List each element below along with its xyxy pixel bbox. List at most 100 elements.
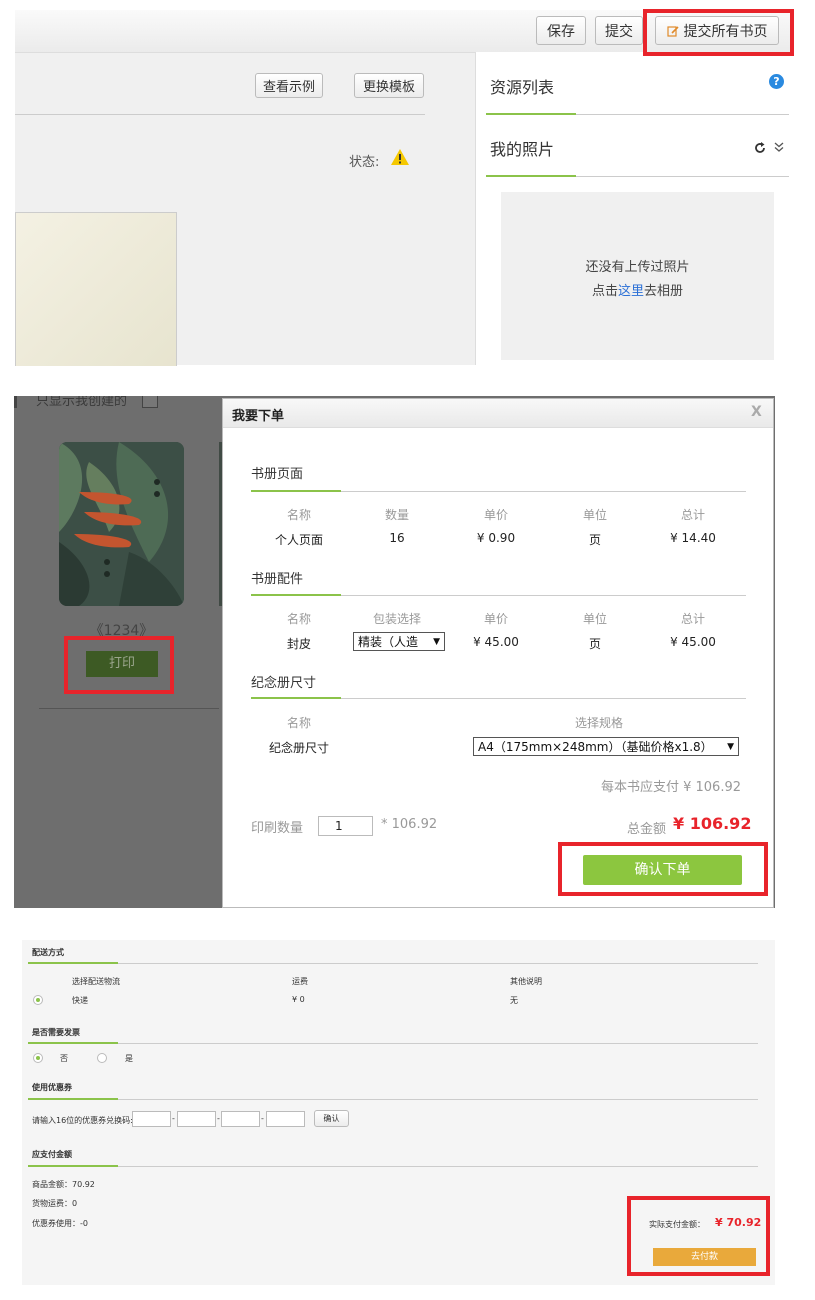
total-amount-label: 总金额 xyxy=(627,822,667,837)
pages-header-3: 单位 xyxy=(582,508,607,522)
save-button[interactable]: 保存 xyxy=(536,16,586,45)
acc-cell-name: 封皮 xyxy=(286,637,311,651)
photo-empty-area xyxy=(501,192,774,360)
pages-header-4: 总计 xyxy=(680,508,705,522)
refresh-icon[interactable] xyxy=(754,139,766,153)
size-header-1: 选择规格 xyxy=(574,716,623,730)
order-dialog: 我要下单 X 书册页面 名称 数量 单价 单位 总计 个人页面 16 ¥ 0.9… xyxy=(222,398,774,908)
invoice-yes-radio[interactable] xyxy=(97,1053,107,1063)
pages-cell-qty: 16 xyxy=(389,531,405,545)
size-cell-name: 纪念册尺寸 xyxy=(268,741,329,755)
my-photos-title: 我的照片 xyxy=(490,140,555,159)
acc-header-2: 单价 xyxy=(483,612,508,626)
resource-list-title: 资源列表 xyxy=(490,78,555,97)
invoice-heading: 是否需要发票 xyxy=(32,1028,80,1037)
per-book-amount: 每本书应支付 ¥ 106.92 xyxy=(600,780,741,795)
highlight-payment xyxy=(627,1196,770,1276)
book-divider xyxy=(39,708,219,709)
coupon-input-1[interactable] xyxy=(132,1111,171,1127)
acc-header-0: 名称 xyxy=(286,612,311,626)
invoice-no-radio[interactable] xyxy=(33,1053,43,1063)
acc-header-4: 总计 xyxy=(680,612,705,626)
payable-heading: 应支付金额 xyxy=(32,1150,72,1159)
delivery-express-radio[interactable] xyxy=(33,995,43,1005)
pages-cell-total: ¥ 14.40 xyxy=(670,531,716,545)
print-qty-input[interactable]: 1 xyxy=(318,816,373,836)
empty-prefix: 点击 xyxy=(591,284,618,299)
submit-button[interactable]: 提交 xyxy=(595,16,643,45)
print-qty-label: 印刷数量 xyxy=(251,821,304,836)
page-canvas[interactable] xyxy=(15,212,177,366)
close-icon[interactable]: X xyxy=(751,404,762,420)
view-example-button[interactable]: 查看示例 xyxy=(255,73,323,98)
delivery-header-0: 选择配送物流 xyxy=(72,977,120,986)
photo-empty-text: 还没有上传过照片 xyxy=(585,260,690,275)
print-qty-multiplier: * 106.92 xyxy=(381,817,438,832)
change-template-button[interactable]: 更换模板 xyxy=(354,73,424,98)
dialog-header xyxy=(223,399,773,428)
album-link[interactable]: 这里 xyxy=(618,284,644,299)
pages-cell-unit: 页 xyxy=(588,533,601,547)
coupon-input-4[interactable] xyxy=(266,1111,305,1127)
pages-heading: 书册页面 xyxy=(251,467,304,482)
filter-text: 只显示我创建的 xyxy=(36,396,128,409)
pages-header-2: 单价 xyxy=(483,508,508,522)
invoice-divider xyxy=(28,1042,758,1044)
size-spec-select[interactable]: A4（175mm×248mm）（基础价格x1.8） ▼ xyxy=(473,737,739,756)
size-spec-select-value: A4（175mm×248mm）（基础价格x1.8） xyxy=(478,740,713,754)
packaging-select-value: 精装（人造 xyxy=(358,635,419,649)
pages-cell-price: ¥ 0.90 xyxy=(476,531,516,545)
pages-header-0: 名称 xyxy=(286,508,311,522)
coupon-dash-3: - xyxy=(261,1114,264,1123)
total-amount-value: ¥ 106.92 xyxy=(673,814,752,833)
dialog-title: 我要下单 xyxy=(232,409,285,424)
highlight-submit-all xyxy=(643,9,794,56)
warning-icon xyxy=(390,148,410,166)
coupon-prompt: 请输入16位的优惠券兑换码: xyxy=(32,1116,133,1125)
shipping-amount: 货物运费：0 xyxy=(32,1199,78,1208)
accessories-heading: 书册配件 xyxy=(251,572,304,587)
resource-list-divider xyxy=(486,113,789,115)
photo-empty-hint: 点击这里去相册 xyxy=(501,280,774,299)
delivery-header-1: 运费 xyxy=(292,977,308,986)
packaging-select[interactable]: 精装（人造 ▼ xyxy=(353,632,445,651)
acc-cell-unit: 页 xyxy=(588,637,601,651)
editor-divider xyxy=(15,114,425,115)
coupon-heading: 使用优惠券 xyxy=(32,1083,72,1092)
coupon-input-3[interactable] xyxy=(221,1111,260,1127)
payable-divider xyxy=(28,1165,758,1167)
dropdown-arrow-icon: ▼ xyxy=(727,741,734,752)
size-header-0: 名称 xyxy=(286,716,311,730)
coupon-dash-2: - xyxy=(217,1114,220,1123)
my-photos-divider xyxy=(486,175,789,177)
highlight-confirm-order xyxy=(558,842,768,896)
coupon-divider xyxy=(28,1098,758,1100)
delivery-cell-fee: ¥ 0 xyxy=(292,995,305,1004)
delivery-cell-method: 快递 xyxy=(72,996,88,1005)
help-icon[interactable]: ? xyxy=(769,74,784,89)
pages-header-1: 数量 xyxy=(384,508,409,522)
collapse-chevron-icon[interactable] xyxy=(774,138,784,152)
acc-header-1: 包装选择 xyxy=(372,612,421,626)
coupon-input-2[interactable] xyxy=(177,1111,216,1127)
accessories-divider xyxy=(251,594,746,596)
coupon-confirm-button[interactable]: 确认 xyxy=(314,1110,349,1127)
delivery-heading: 配送方式 xyxy=(32,948,64,957)
filter-checkbox[interactable] xyxy=(142,396,158,408)
book-cover[interactable] xyxy=(59,442,184,606)
invoice-yes-label: 是 xyxy=(125,1054,133,1063)
size-heading: 纪念册尺寸 xyxy=(251,676,317,691)
pages-cell-name: 个人页面 xyxy=(274,533,323,547)
dropdown-arrow-icon: ▼ xyxy=(433,636,440,647)
left-edge-marker xyxy=(14,396,17,408)
delivery-divider xyxy=(28,962,758,964)
acc-cell-total: ¥ 45.00 xyxy=(670,635,716,649)
coupon-dash-1: - xyxy=(172,1114,175,1123)
size-divider xyxy=(251,697,746,699)
delivery-cell-note: 无 xyxy=(510,996,518,1005)
editor-panel: 保存 提交 提交所有书页 查看示例 更换模板 状态: 资源列表 ? 我的照片 还… xyxy=(15,10,791,366)
pages-divider xyxy=(251,490,746,492)
coupon-used-amount: 优惠券使用：-0 xyxy=(32,1219,88,1228)
invoice-no-label: 否 xyxy=(60,1054,68,1063)
goods-amount: 商品金额：70.92 xyxy=(32,1180,95,1189)
